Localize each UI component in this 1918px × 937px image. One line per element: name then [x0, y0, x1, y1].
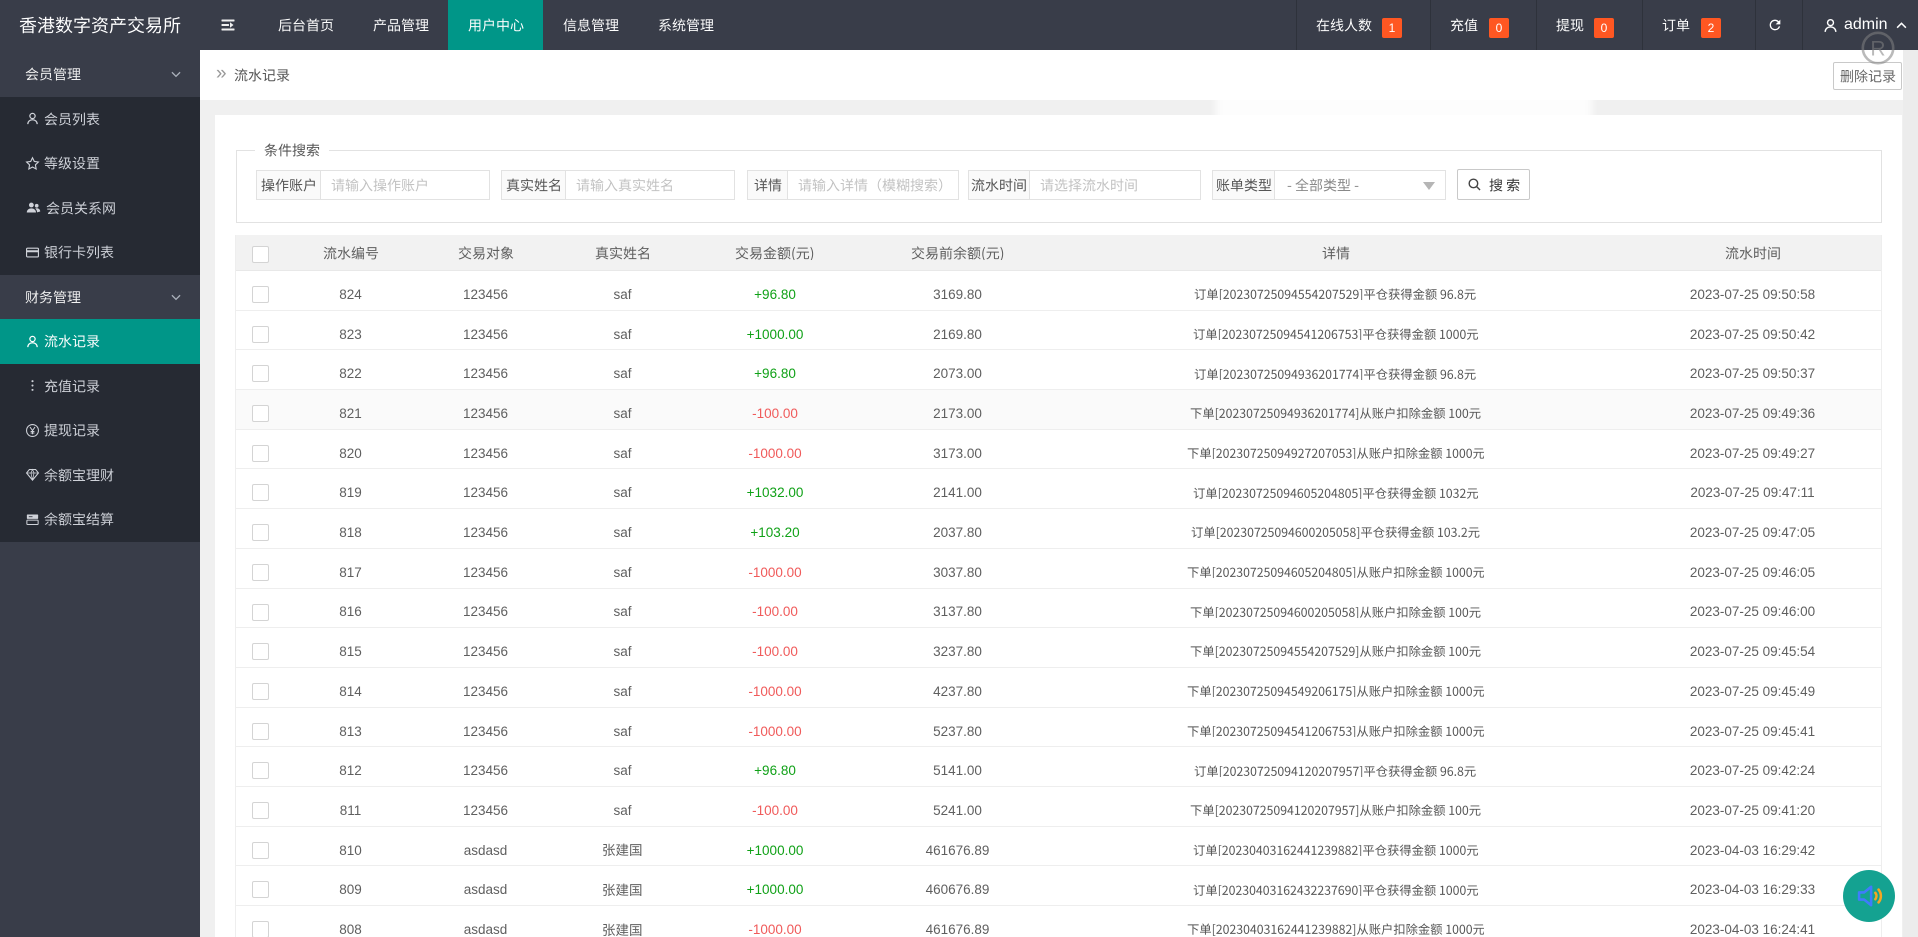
- svg-text:R: R: [1870, 38, 1885, 61]
